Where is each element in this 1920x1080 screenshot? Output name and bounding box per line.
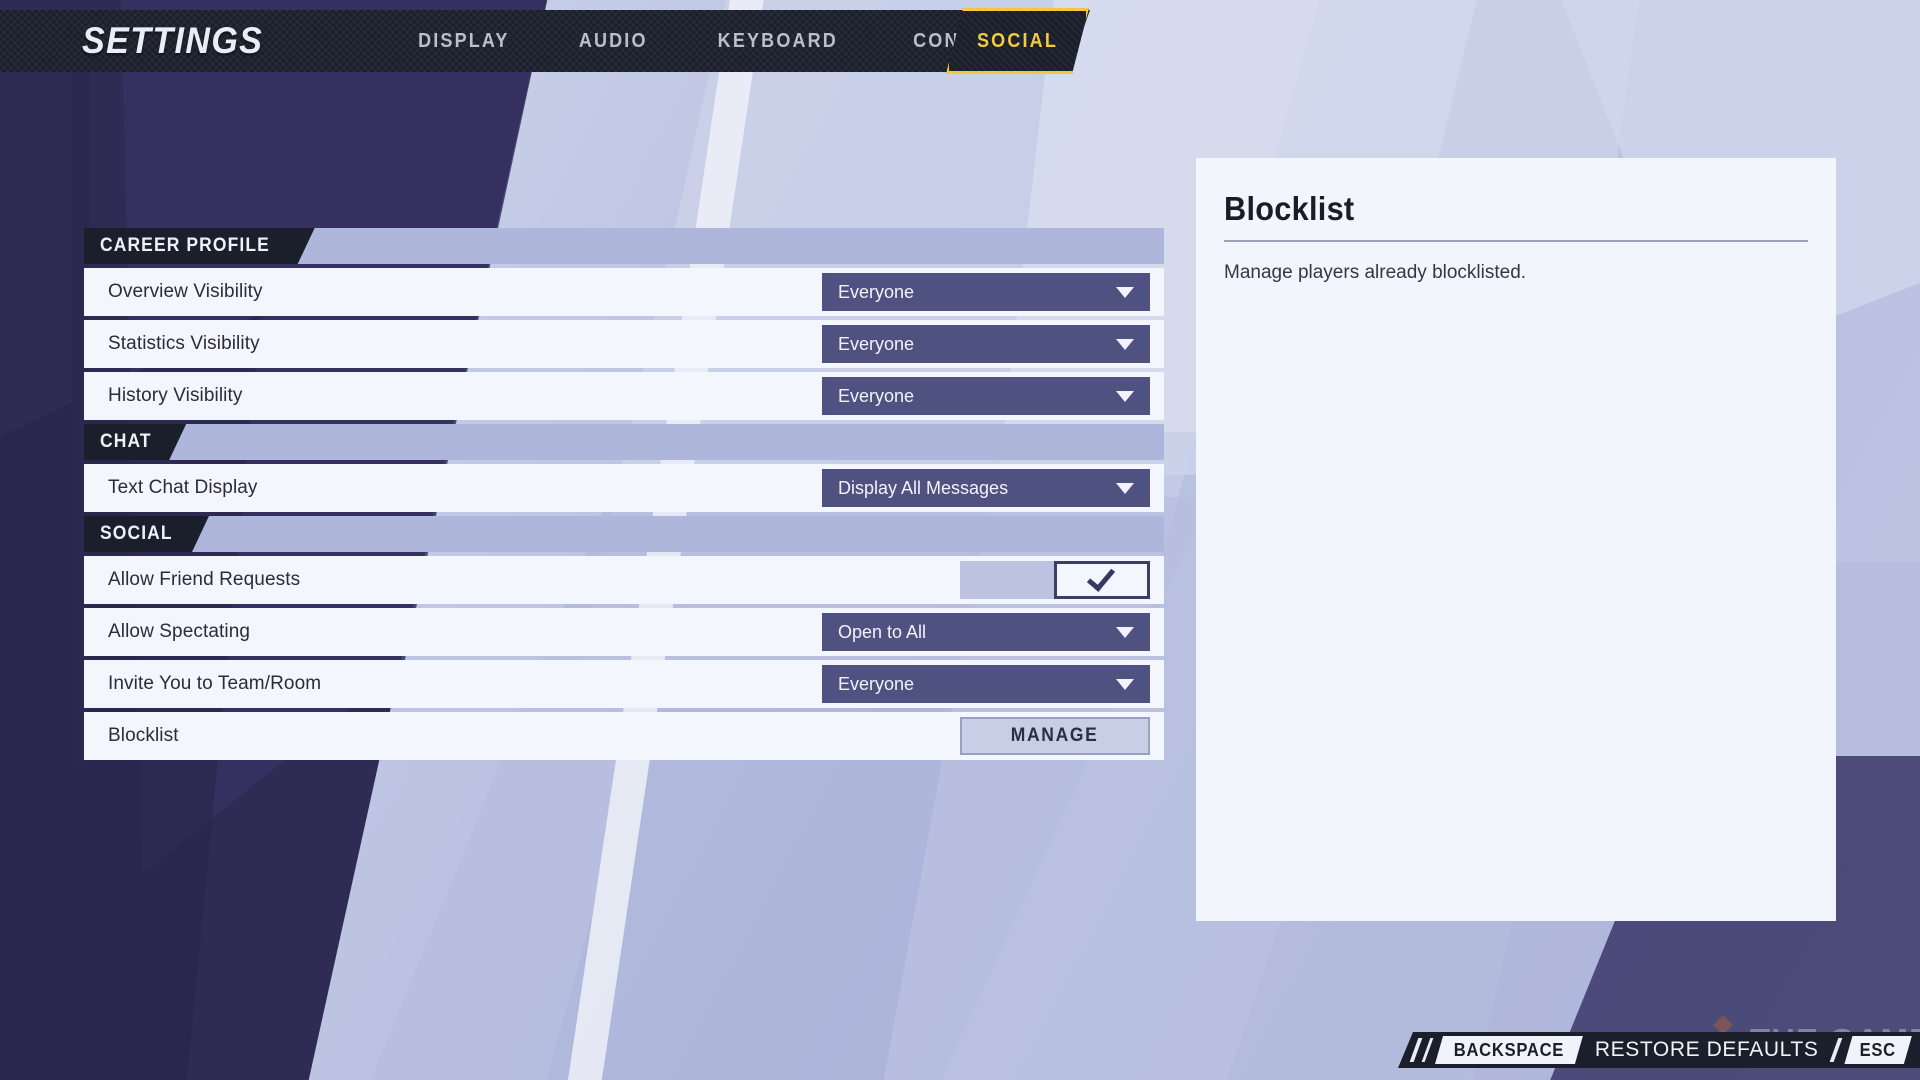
chevron-down-icon [1116, 286, 1134, 298]
section-slash-accent [192, 424, 201, 460]
dropdown-allow-spectating[interactable]: Open to All [822, 613, 1150, 651]
hint-separator-icon [1830, 1038, 1843, 1062]
section-slash-accent [321, 228, 330, 264]
manage-blocklist-button[interactable]: MANAGE [960, 717, 1150, 755]
section-header-chat: CHAT [84, 424, 1164, 460]
checkmark-icon [1086, 561, 1116, 592]
dropdown-value: Everyone [838, 385, 915, 406]
setting-label: Overview Visibility [108, 281, 263, 302]
chevron-down-icon [1116, 338, 1134, 350]
dropdown-value: Open to All [838, 621, 927, 642]
setting-label: Allow Friend Requests [108, 569, 301, 590]
dropdown-invite-you-to-team-room[interactable]: Everyone [822, 665, 1150, 703]
section-slash-accent [215, 516, 224, 552]
tab-audio[interactable]: AUDIO [552, 10, 675, 72]
setting-label: Invite You to Team/Room [108, 673, 322, 694]
settings-list: CAREER PROFILE Overview Visibility Every… [84, 228, 1164, 760]
dropdown-value: Display All Messages [838, 477, 1009, 498]
setting-row-overview-visibility[interactable]: Overview Visibility Everyone [84, 268, 1164, 316]
key-chip-esc[interactable]: ESC [1844, 1036, 1911, 1064]
section-title: CHAT [100, 431, 152, 452]
key-chip-label: BACKSPACE [1453, 1039, 1565, 1060]
hint-separator-icon [1409, 1038, 1423, 1062]
tab-social-label: SOCIAL [977, 29, 1058, 52]
manage-button-label: MANAGE [1011, 725, 1099, 746]
setting-row-allow-spectating[interactable]: Allow Spectating Open to All [84, 608, 1164, 656]
chevron-down-icon [1116, 678, 1134, 690]
hint-separator-icon [1421, 1038, 1434, 1062]
section-title: CAREER PROFILE [100, 235, 270, 256]
dropdown-text-chat-display[interactable]: Display All Messages [822, 469, 1150, 507]
tab-keyboard[interactable]: KEYBOARD [691, 10, 865, 72]
tab-display[interactable]: DISPLAY [391, 10, 536, 72]
settings-screen: SETTINGS DISPLAY AUDIO KEYBOARD CONTROLL… [0, 0, 1920, 1080]
info-panel-divider [1224, 240, 1808, 242]
bottom-hint-bar: BACKSPACE RESTORE DEFAULTS ESC BACK [1398, 1032, 1920, 1068]
setting-row-allow-friend-requests[interactable]: Allow Friend Requests [84, 556, 1164, 604]
setting-label: Text Chat Display [108, 477, 258, 498]
chevron-down-icon [1116, 626, 1134, 638]
top-header-bar: SETTINGS DISPLAY AUDIO KEYBOARD CONTROLL… [0, 10, 1090, 72]
setting-row-text-chat-display[interactable]: Text Chat Display Display All Messages [84, 464, 1164, 512]
hint-action-restore-defaults[interactable]: RESTORE DEFAULTS [1585, 1038, 1831, 1062]
setting-row-history-visibility[interactable]: History Visibility Everyone [84, 372, 1164, 420]
key-chip-label: ESC [1860, 1039, 1897, 1060]
toggle-off-segment[interactable] [960, 561, 1054, 599]
info-panel-title: Blocklist [1224, 190, 1355, 227]
info-panel-description: Manage players already blocklisted. [1224, 262, 1527, 283]
key-chip-backspace[interactable]: BACKSPACE [1435, 1036, 1583, 1064]
section-header-social: SOCIAL [84, 516, 1164, 552]
chevron-down-icon [1116, 390, 1134, 402]
setting-label: Statistics Visibility [108, 333, 260, 354]
page-title: SETTINGS [82, 20, 264, 61]
dropdown-value: Everyone [838, 333, 915, 354]
dropdown-statistics-visibility[interactable]: Everyone [822, 325, 1150, 363]
section-title: SOCIAL [100, 523, 173, 544]
info-panel: Blocklist Manage players already blockli… [1196, 158, 1836, 921]
toggle-allow-friend-requests[interactable] [960, 561, 1150, 599]
toggle-on-segment[interactable] [1054, 561, 1150, 599]
dropdown-value: Everyone [838, 673, 915, 694]
dropdown-value: Everyone [838, 281, 915, 302]
setting-label: History Visibility [108, 385, 243, 406]
section-header-career-profile: CAREER PROFILE [84, 228, 1164, 264]
dropdown-overview-visibility[interactable]: Everyone [822, 273, 1150, 311]
hint-action-back[interactable]: BACK [1914, 1038, 1920, 1062]
tab-social[interactable]: SOCIAL [946, 8, 1089, 74]
dropdown-history-visibility[interactable]: Everyone [822, 377, 1150, 415]
setting-label: Blocklist [108, 725, 179, 746]
setting-row-invite-you-to-team-room[interactable]: Invite You to Team/Room Everyone [84, 660, 1164, 708]
setting-label: Allow Spectating [108, 621, 251, 642]
setting-row-statistics-visibility[interactable]: Statistics Visibility Everyone [84, 320, 1164, 368]
chevron-down-icon [1116, 482, 1134, 494]
setting-row-blocklist[interactable]: Blocklist MANAGE [84, 712, 1164, 760]
